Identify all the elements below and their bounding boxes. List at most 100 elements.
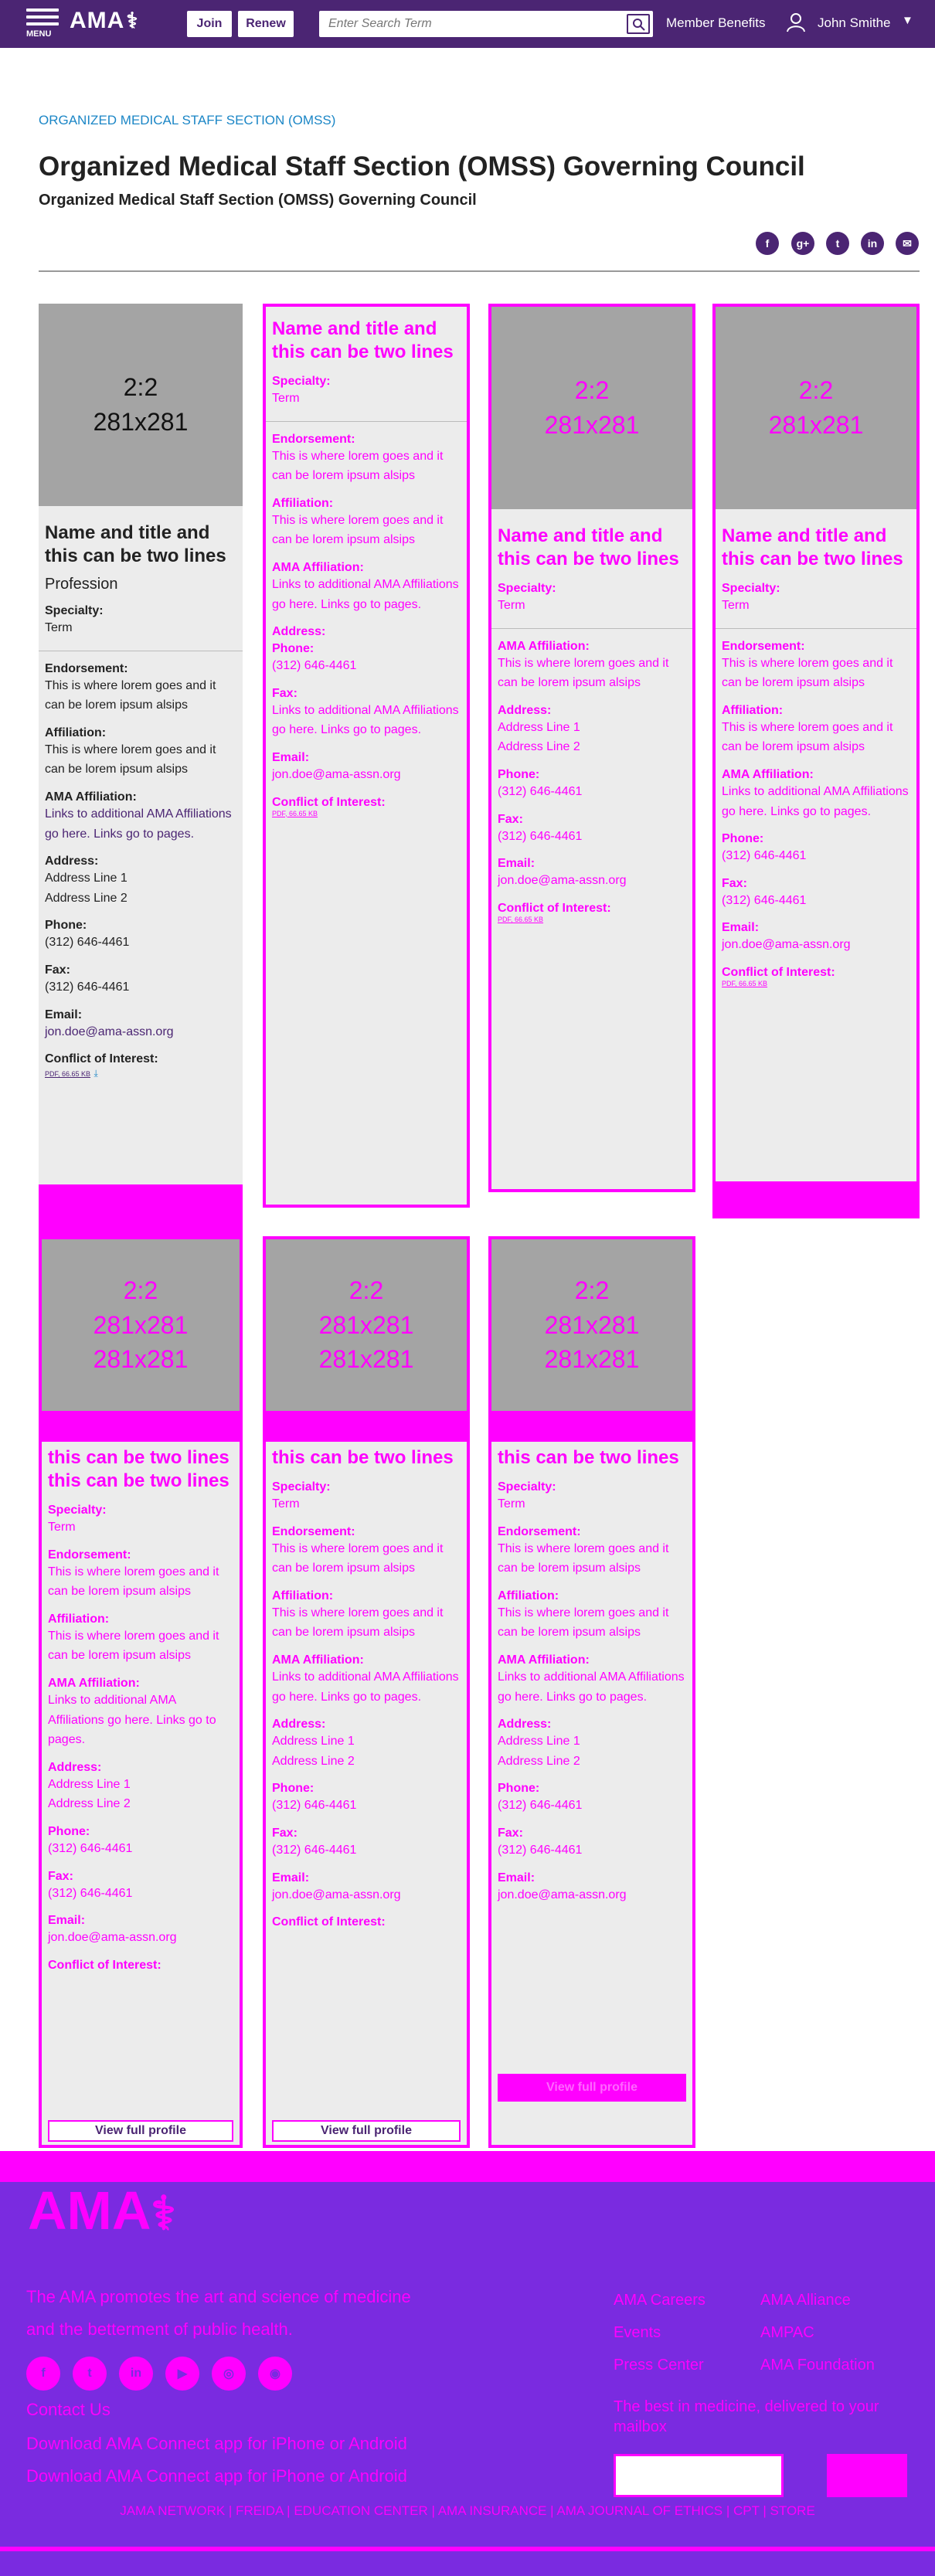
member-benefits-link[interactable]: Member Benefits — [666, 15, 766, 31]
download-app-link[interactable]: Download AMA Connect app for iPhone or A… — [26, 2434, 407, 2454]
coi-pdf-link[interactable]: PDF, 66.65 KB — [498, 916, 686, 923]
email-link[interactable]: jon.doe@ama-assn.org — [45, 1022, 236, 1042]
mission-statement: The AMA promotes the art and science of … — [26, 2287, 411, 2339]
specialty-label: Specialty: — [722, 582, 780, 595]
fax-value: (312) 646-4461 — [722, 893, 807, 907]
view-full-profile-button[interactable]: View full profile — [498, 2074, 686, 2102]
ama-affiliation-links-repeat[interactable]: Links to additional AMA Affiliations go … — [272, 701, 461, 740]
ama-logo[interactable]: AMA⚕ — [70, 8, 138, 34]
ampac-link[interactable]: AMPAC — [760, 2316, 875, 2349]
fax-label: Fax: — [722, 876, 747, 890]
renew-button[interactable]: Renew — [238, 11, 294, 37]
ama-affiliation-links[interactable]: Links to additional AMA Affiliations go … — [722, 782, 910, 821]
phone-value: (312) 646-4461 — [272, 1799, 357, 1813]
breadcrumb[interactable]: ORGANIZED MEDICAL STAFF SECTION (OMSS) — [39, 113, 335, 128]
ama-affiliation-links[interactable]: Links to additional AMA Affiliations go … — [498, 1667, 686, 1707]
address-line-1: Address Line 1 — [498, 1735, 580, 1748]
fax-value: (312) 646-4461 — [45, 980, 130, 994]
chevron-down-icon[interactable]: ▼ — [902, 14, 913, 27]
email-link[interactable]: jon.doe@ama-assn.org — [48, 1928, 233, 1948]
linkedin-icon[interactable]: in — [861, 232, 884, 255]
ama-affiliation-label: AMA Affiliation: — [272, 560, 364, 574]
endorsement-value: This is where lorem goes and it can be l… — [272, 1541, 444, 1575]
address-line-2: Address Line 2 — [45, 891, 128, 905]
twitter-icon[interactable]: t — [826, 232, 849, 255]
download-icon[interactable]: ⤓ — [94, 1068, 98, 1079]
newsletter-text: The best in medicine, delivered to your … — [614, 2398, 879, 2435]
search-input[interactable]: Enter Search Term — [328, 17, 432, 31]
footer-links-col-1: AMA Careers Events Press Center — [614, 2284, 706, 2381]
coi-pdf-link[interactable]: PDF, 66.65 KB — [722, 980, 910, 987]
member-photo-placeholder: 2:2 281x281 — [491, 307, 692, 509]
ama-foundation-link[interactable]: AMA Foundation — [760, 2349, 875, 2381]
member-profession: Profession — [45, 576, 118, 593]
card-overlay-strip — [266, 1411, 467, 1442]
youtube-icon[interactable]: ▶ — [165, 2357, 199, 2391]
card-footer-strip — [712, 1184, 920, 1218]
address-label: Address: — [498, 703, 552, 717]
member-name: Name and title and this can be two lines — [45, 522, 226, 566]
member-name: Name and title and this can be two lines — [272, 318, 454, 362]
contact-us-link[interactable]: Contact Us — [26, 2400, 110, 2420]
ama-affiliation-links[interactable]: Links to additional AMA Affiliations go … — [48, 1691, 233, 1750]
ama-affiliation-links[interactable]: Links to additional AMA Affiliations go … — [272, 575, 461, 614]
affiliation-value: This is where lorem goes and it can be l… — [45, 743, 216, 777]
facebook-icon[interactable]: f — [26, 2357, 60, 2391]
search-button[interactable] — [627, 14, 650, 34]
fax-value: (312) 646-4461 — [272, 1843, 357, 1857]
endorsement-label: Endorsement: — [722, 639, 805, 653]
specialty-value: Term — [498, 1497, 525, 1511]
card-divider — [716, 627, 916, 629]
footer-logo[interactable]: AMA⚕ — [28, 2183, 176, 2238]
footer-bottom-band — [0, 2547, 935, 2551]
view-full-profile-button[interactable]: View full profile — [272, 2120, 461, 2142]
email-icon[interactable]: ✉ — [896, 232, 919, 255]
rss-icon[interactable]: ◉ — [258, 2357, 292, 2391]
affiliation-label: Affiliation: — [722, 703, 784, 717]
endorsement-label: Endorsement: — [272, 1524, 355, 1538]
view-full-profile-button[interactable]: View full profile — [48, 2120, 233, 2142]
card-overlay-strip — [491, 1411, 692, 1442]
press-center-link[interactable]: Press Center — [614, 2349, 706, 2381]
instagram-icon[interactable]: ◎ — [212, 2357, 246, 2391]
linkedin-icon[interactable]: in — [119, 2357, 153, 2391]
ama-affiliation-label: AMA Affiliation: — [45, 790, 137, 804]
top-navigation-bar: MENU AMA⚕ Join Renew Enter Search Term M… — [0, 0, 935, 48]
twitter-icon[interactable]: t — [73, 2357, 107, 2391]
specialty-label: Specialty: — [272, 375, 331, 388]
email-link[interactable]: jon.doe@ama-assn.org — [498, 871, 686, 891]
email-link[interactable]: jon.doe@ama-assn.org — [272, 765, 461, 785]
user-name[interactable]: John Smithe — [818, 15, 891, 31]
menu-button[interactable]: MENU — [26, 8, 59, 39]
events-link[interactable]: Events — [614, 2316, 706, 2349]
newsletter-submit-button[interactable] — [827, 2454, 907, 2497]
affiliation-value: This is where lorem goes and it can be l… — [498, 1606, 669, 1640]
specialty-value: Term — [272, 1497, 300, 1511]
card-divider — [491, 627, 692, 629]
specialty-label: Specialty: — [498, 1480, 556, 1494]
download-app-link-repeat[interactable]: Download AMA Connect app for iPhone or A… — [26, 2466, 407, 2486]
page-subtitle: Organized Medical Staff Section (OMSS) G… — [39, 192, 477, 209]
coi-pdf-link[interactable]: PDF, 66.65 KB — [272, 810, 461, 817]
address-line-2: Address Line 2 — [498, 1754, 580, 1768]
card-footer-strip — [39, 1184, 243, 1239]
email-link[interactable]: jon.doe@ama-assn.org — [272, 1885, 461, 1905]
email-link[interactable]: jon.doe@ama-assn.org — [498, 1885, 686, 1905]
divider — [39, 270, 920, 272]
specialty-label: Specialty: — [45, 604, 104, 617]
facebook-icon[interactable]: f — [756, 232, 779, 255]
coi-pdf-link[interactable]: PDF, 66.65 KB — [45, 1070, 90, 1078]
endorsement-label: Endorsement: — [498, 1524, 581, 1538]
endorsement-value: This is where lorem goes and it can be l… — [48, 1565, 219, 1599]
endorsement-label: Endorsement: — [45, 661, 128, 675]
email-label: Email: — [272, 1871, 310, 1884]
bottom-nav-links[interactable]: JAMA NETWORK | FREIDA | EDUCATION CENTER… — [0, 2503, 935, 2519]
newsletter-email-input[interactable] — [614, 2454, 784, 2497]
ama-affiliation-links[interactable]: Links to additional AMA Affiliations go … — [272, 1667, 461, 1707]
ama-alliance-link[interactable]: AMA Alliance — [760, 2284, 875, 2316]
ama-affiliation-links[interactable]: Links to additional AMA Affiliations go … — [45, 804, 236, 844]
join-button[interactable]: Join — [187, 11, 232, 37]
ama-careers-link[interactable]: AMA Careers — [614, 2284, 706, 2316]
email-link[interactable]: jon.doe@ama-assn.org — [722, 935, 910, 955]
google-plus-icon[interactable]: g+ — [791, 232, 814, 255]
